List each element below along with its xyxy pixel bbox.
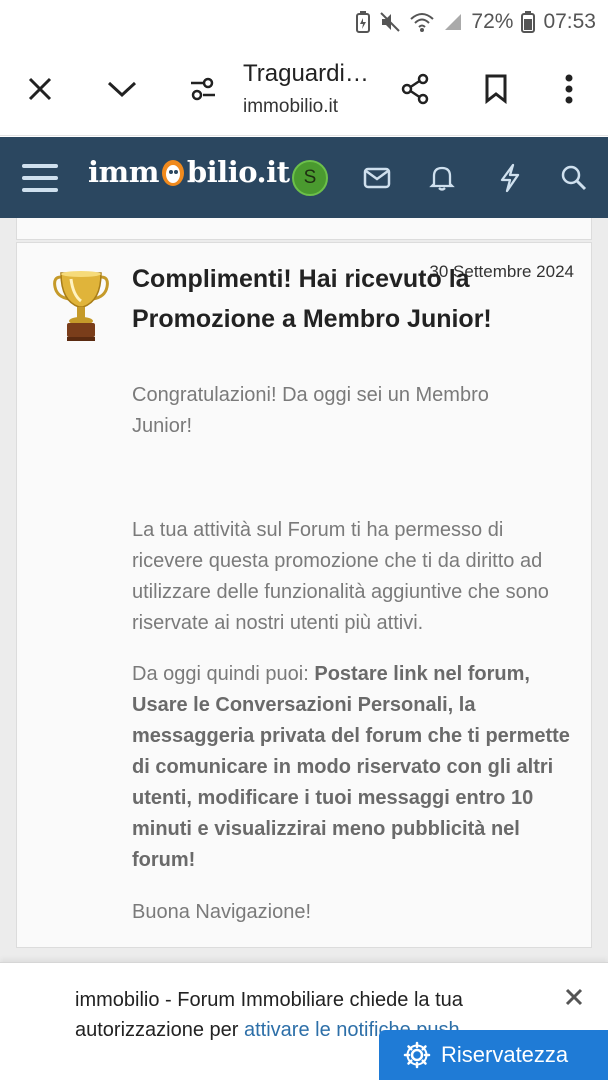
bookmark-button[interactable] — [473, 66, 519, 112]
browser-toolbar: Traguardi… immobilio.it — [0, 44, 608, 136]
notification-paragraph-1: La tua attività sul Forum ti ha permesso… — [132, 519, 549, 634]
more-vert-icon — [565, 74, 573, 104]
search-button[interactable] — [556, 137, 592, 218]
alerts-button[interactable] — [424, 137, 460, 218]
hamburger-icon — [22, 163, 58, 192]
page-url[interactable]: immobilio.it — [243, 96, 338, 118]
notification-paragraph-2: Da oggi quindi puoi: Postare link nel fo… — [132, 659, 572, 876]
notification-card: 30 Settembre 2024 Complimenti! Hai ricev… — [16, 242, 592, 948]
gear-icon — [403, 1041, 431, 1069]
lightning-icon — [500, 163, 520, 192]
content-area: 30 Settembre 2024 Complimenti! Hai ricev… — [0, 218, 608, 1080]
logo-mascot-icon — [160, 157, 186, 187]
privacy-button[interactable]: Riservatezza — [379, 1030, 608, 1080]
close-icon — [28, 77, 52, 101]
notification-title[interactable]: Complimenti! Hai ricevuto la Promozione … — [132, 259, 582, 339]
site-header: imm bilio.it S — [0, 137, 608, 218]
battery-icon — [521, 11, 536, 33]
page-settings-button[interactable] — [180, 66, 226, 112]
page-title: Traguardi… — [243, 60, 369, 87]
menu-button[interactable] — [18, 137, 62, 218]
trophy-icon — [53, 267, 109, 347]
close-icon — [565, 988, 583, 1006]
paragraph-2-prefix: Da oggi quindi puoi: — [132, 663, 315, 685]
chevron-down-icon — [107, 81, 137, 98]
user-avatar-button[interactable]: S — [290, 137, 330, 218]
notification-subtitle: Congratulazioni! Da oggi sei un Membro J… — [132, 384, 489, 437]
close-tab-button[interactable] — [17, 66, 63, 112]
battery-percent: 72% — [471, 10, 514, 33]
share-button[interactable] — [392, 66, 438, 112]
logo-prefix: imm — [88, 155, 159, 189]
notification-paragraph-3: Buona Navigazione! — [132, 901, 312, 923]
wifi-icon — [409, 11, 435, 33]
mail-icon — [363, 167, 391, 188]
tune-icon — [191, 77, 215, 101]
search-icon — [561, 165, 587, 190]
clock: 07:53 — [543, 10, 596, 33]
minimize-tab-button[interactable] — [99, 66, 145, 112]
whats-new-button[interactable] — [492, 137, 528, 218]
share-icon — [401, 73, 429, 105]
battery-saver-icon — [355, 11, 371, 33]
previous-card — [16, 218, 592, 240]
privacy-button-label: Riservatezza — [441, 1042, 569, 1067]
bookmark-icon — [485, 74, 507, 104]
bell-icon — [429, 166, 455, 191]
status-bar: 72% 07:53 — [0, 0, 608, 44]
messages-button[interactable] — [359, 137, 395, 218]
more-options-button[interactable] — [546, 66, 592, 112]
push-prompt-close-button[interactable] — [562, 985, 586, 1009]
site-logo[interactable]: imm bilio.it — [88, 155, 290, 189]
logo-suffix: bilio.it — [186, 155, 290, 189]
paragraph-2-highlight: Postare link nel forum, Usare le Convers… — [132, 663, 570, 871]
avatar: S — [292, 159, 328, 196]
mute-icon — [379, 11, 401, 33]
signal-icon — [443, 12, 463, 32]
